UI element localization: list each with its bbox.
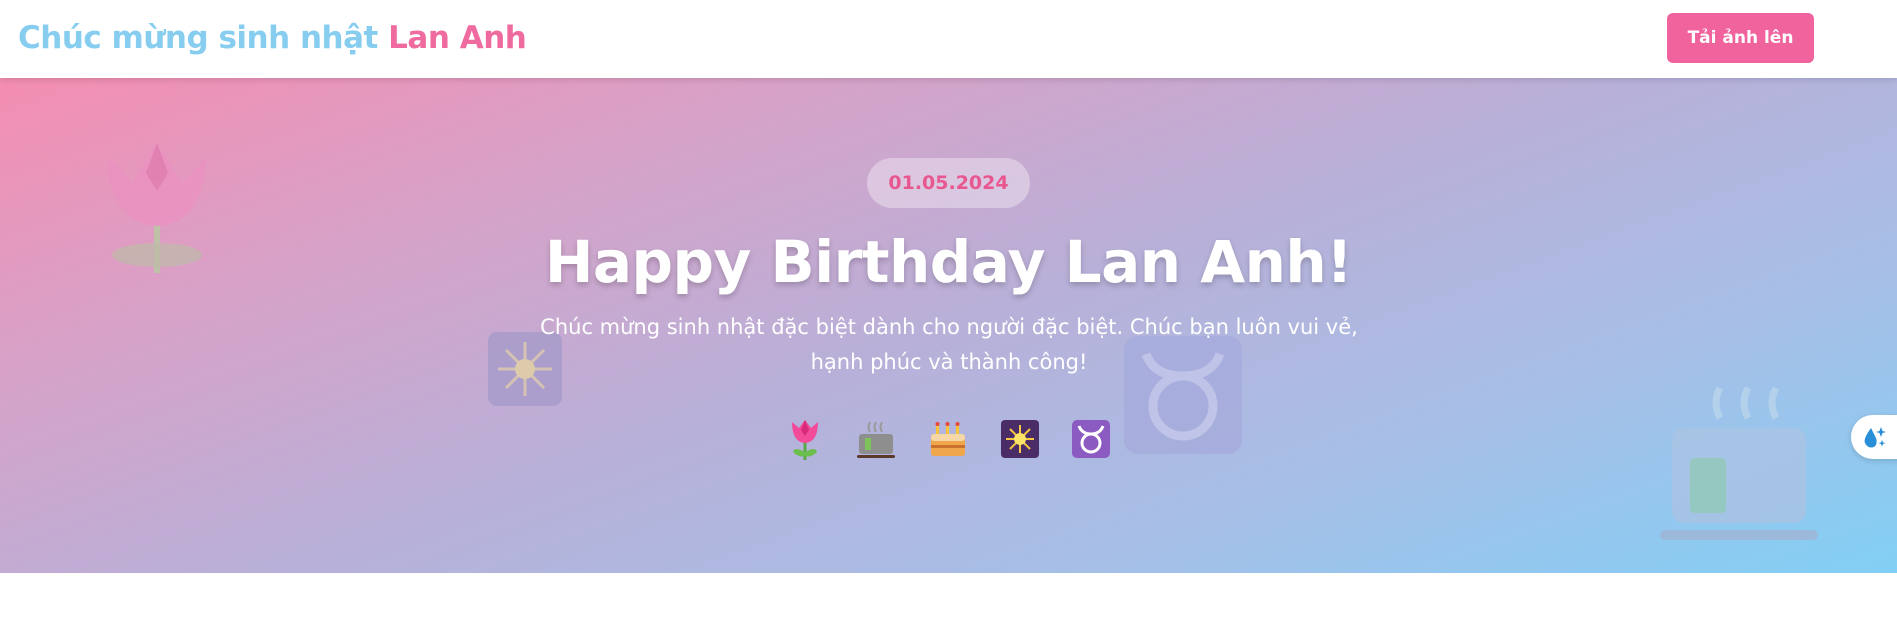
birthday-date-badge: 01.05.2024: [867, 158, 1030, 208]
sparkle-effect-button[interactable]: [1851, 415, 1897, 459]
brand-name: Lan Anh: [388, 20, 527, 56]
birthday-cake-icon: [931, 422, 965, 456]
tulip-icon: [792, 420, 818, 460]
brand-prefix: Chúc mừng sinh nhật: [18, 20, 378, 56]
taurus-icon: [1072, 420, 1110, 458]
top-navbar: Chúc mừng sinh nhật Lan Anh Tải ảnh lên: [0, 0, 1897, 78]
hero-subtitle: Chúc mừng sinh nhật đặc biệt dành cho ng…: [540, 315, 1358, 374]
hot-beverage-bg-icon: [1660, 386, 1818, 540]
upload-photo-button[interactable]: Tải ảnh lên: [1667, 13, 1814, 63]
hero-banner: 01.05.2024 Happy Birthday Lan Anh! Chúc …: [0, 78, 1897, 573]
site-brand[interactable]: Chúc mừng sinh nhật Lan Anh: [18, 20, 527, 56]
sparkle-droplet-icon: [1864, 427, 1886, 448]
sparkler-icon: [1001, 420, 1039, 458]
hot-coffee-icon: [857, 421, 895, 458]
hero-title: Happy Birthday Lan Anh!: [544, 228, 1353, 296]
